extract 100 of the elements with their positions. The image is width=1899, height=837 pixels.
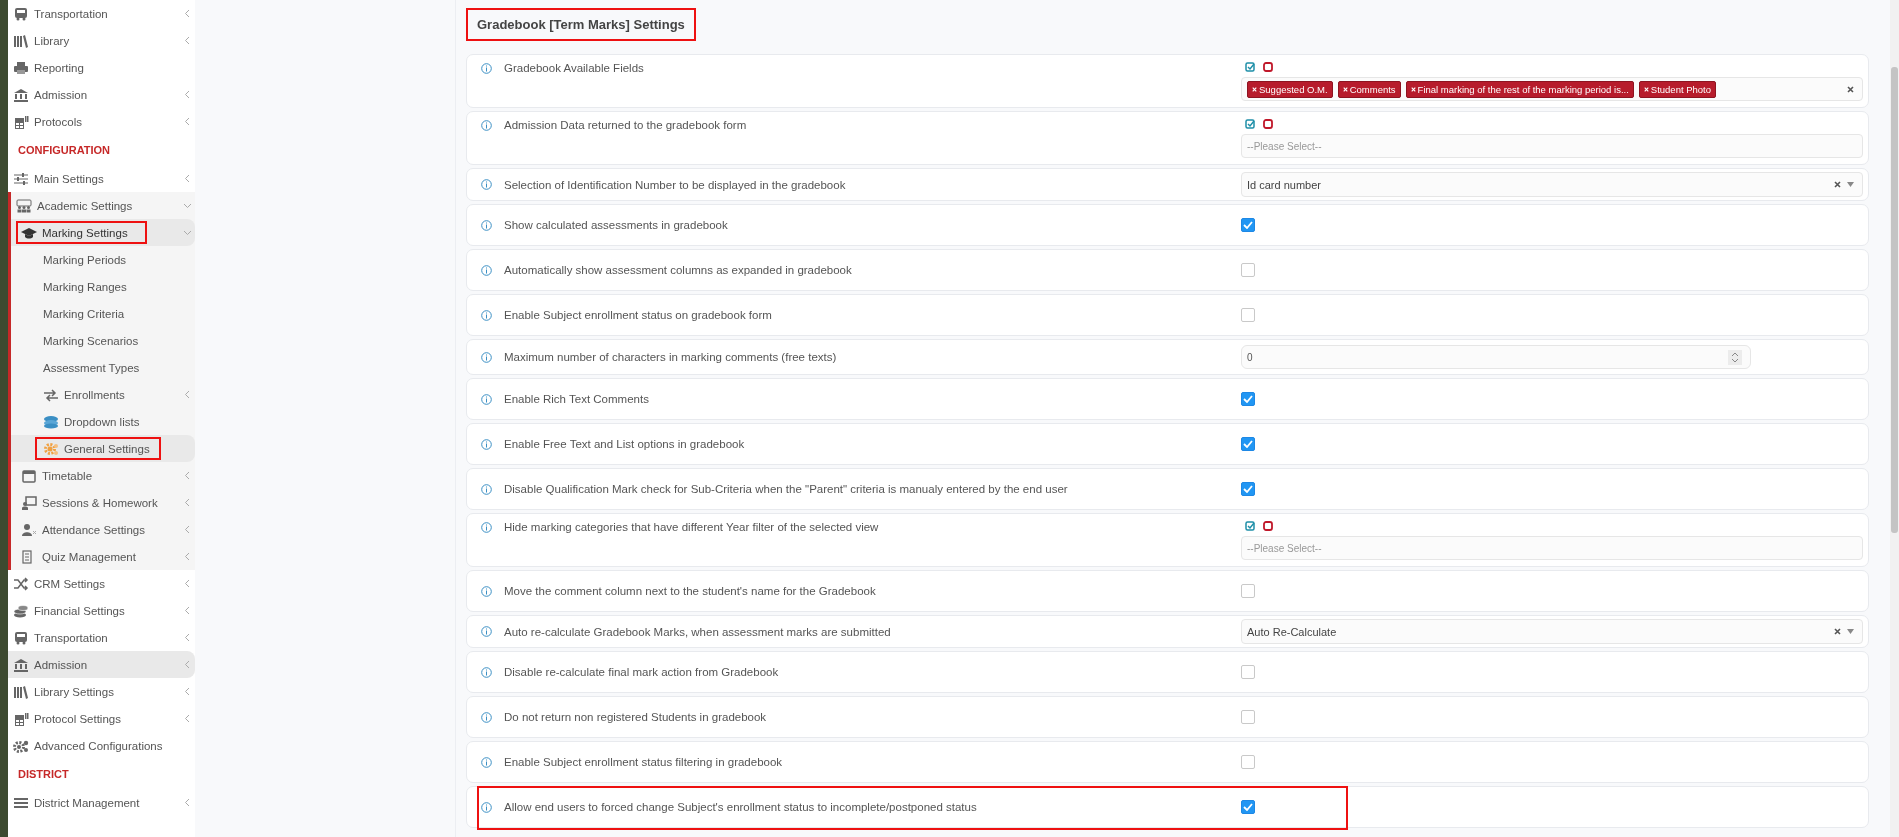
info-icon	[481, 62, 492, 74]
checkbox[interactable]	[1241, 665, 1255, 679]
check-icon	[1243, 803, 1253, 811]
remove-icon	[1342, 86, 1348, 92]
calculator-icon	[13, 711, 29, 726]
checkbox[interactable]	[1241, 755, 1255, 769]
section-header: DISTRICT	[17, 767, 70, 782]
layers-icon	[43, 414, 59, 429]
calculator-icon	[13, 114, 29, 129]
sidebar-item[interactable]: Marking Criteria	[11, 300, 195, 327]
deselect-all-icon[interactable]	[1263, 521, 1273, 531]
setting-label: Move the comment column next to the student's name for the Gradebook	[504, 585, 876, 597]
tag[interactable]: Comments	[1337, 80, 1401, 98]
select-field[interactable]: Id card number	[1241, 172, 1863, 197]
checkbox[interactable]	[1241, 263, 1255, 277]
select-field[interactable]: Auto Re-Calculate	[1241, 619, 1863, 644]
info-icon	[481, 483, 492, 495]
checkbox[interactable]	[1241, 308, 1255, 322]
sidebar-item[interactable]: Marking Settings	[11, 219, 195, 246]
checkbox[interactable]	[1241, 437, 1255, 451]
sidebar-item[interactable]: Assessment Types	[11, 354, 195, 381]
sidebar-item[interactable]: Library Settings	[8, 678, 195, 705]
sidebar-item[interactable]: Main Settings	[8, 165, 195, 192]
sidebar-item[interactable]: Academic Settings	[11, 192, 195, 219]
sidebar-item[interactable]: Enrollments	[11, 381, 195, 408]
sidebar-item[interactable]: Library	[8, 27, 195, 54]
info-icon	[481, 438, 492, 450]
sidebar-item[interactable]: Admission	[8, 651, 195, 678]
clear-icon[interactable]	[1834, 181, 1841, 188]
setting-label: Enable Subject enrollment status on gradebook form	[504, 309, 772, 321]
setting-label: Enable Free Text and List options in gradebook	[504, 438, 745, 450]
sidebar-item[interactable]: Marking Scenarios	[11, 327, 195, 354]
select-all-icon[interactable]	[1245, 119, 1255, 129]
field-value: 0	[1247, 351, 1253, 363]
caret-icon	[1847, 182, 1854, 187]
sidebar-item[interactable]: Transportation	[8, 624, 195, 651]
select-all-icon[interactable]	[1245, 62, 1255, 72]
info-icon	[481, 801, 492, 813]
sidebar-item[interactable]: Quiz Management	[11, 543, 195, 570]
sidebar-item[interactable]: Protocols	[8, 108, 195, 135]
sidebar-item[interactable]: Financial Settings	[8, 597, 195, 624]
info-icon	[481, 521, 492, 533]
setting-label: Enable Subject enrollment status filtering in gradebook	[504, 756, 783, 768]
sidebar-item[interactable]: Marking Periods	[11, 246, 195, 273]
sidebar-item[interactable]: District Management	[8, 789, 195, 816]
check-icon	[1243, 221, 1253, 229]
info-icon	[481, 264, 492, 276]
number-field[interactable]: 0	[1241, 345, 1751, 369]
presentation-icon	[21, 495, 37, 510]
coins-icon	[13, 603, 29, 618]
info-icon	[481, 219, 492, 231]
checkbox[interactable]	[1241, 482, 1255, 496]
sidebar-item[interactable]: Admission	[8, 81, 195, 108]
clear-icon[interactable]	[1834, 628, 1841, 635]
setting-label: Disable Qualification Mark check for Sub-Criteria when the "Parent" criteria is manualy entered by the end user	[504, 483, 1068, 495]
tag[interactable]: Final marking of the rest of the marking period is...	[1405, 80, 1634, 98]
checkbox[interactable]	[1241, 710, 1255, 724]
sidebar-item[interactable]: Transportation	[8, 0, 195, 27]
placeholder-text: --Please Select--	[1247, 542, 1322, 554]
sidebar-item[interactable]: Dropdown lists	[11, 408, 195, 435]
info-icon	[481, 585, 492, 597]
bus-icon	[13, 630, 29, 645]
deselect-all-icon[interactable]	[1263, 119, 1273, 129]
tag[interactable]: Student Photo	[1638, 80, 1717, 98]
checkbox[interactable]	[1241, 218, 1255, 232]
info-icon	[481, 179, 492, 190]
remove-icon	[1643, 86, 1649, 92]
tag[interactable]: Suggested O.M.	[1247, 80, 1333, 98]
sidebar-item[interactable]: Attendance Settings	[11, 516, 195, 543]
sidebar-item[interactable]: Timetable	[11, 462, 195, 489]
scrollbar[interactable]	[1890, 0, 1899, 837]
setting-label: Admission Data returned to the gradebook form	[504, 119, 747, 131]
info-icon	[481, 351, 492, 363]
remove-icon	[1252, 86, 1257, 92]
setting-label: Do not return non registered Students in gradebook	[504, 711, 767, 723]
sidebar-item[interactable]: Protocol Settings	[8, 705, 195, 732]
sidebar-item[interactable]: Reporting	[8, 54, 195, 81]
deselect-all-icon[interactable]	[1263, 62, 1273, 72]
scrollbar-thumb[interactable]	[1891, 67, 1898, 533]
sidebar-item[interactable]: Advanced Configurations	[8, 732, 195, 759]
clear-icon[interactable]	[1847, 85, 1854, 93]
select-value: Id card number	[1247, 178, 1321, 191]
graduation-cap-icon	[21, 225, 37, 240]
sidebar-item[interactable]: CRM Settings	[8, 570, 195, 597]
checkbox[interactable]	[1241, 800, 1255, 814]
setting-label: Enable Rich Text Comments	[504, 393, 649, 405]
gears-icon	[13, 738, 29, 753]
setting-label: Automatically show assessment columns as expanded in gradebook	[504, 264, 852, 276]
checkbox[interactable]	[1241, 584, 1255, 598]
sidebar-item[interactable]: General Settings	[11, 435, 195, 462]
setting-label: Maximum number of characters in marking comments (free texts)	[504, 351, 837, 363]
info-icon	[481, 393, 492, 405]
info-icon	[481, 626, 492, 637]
tags-field[interactable]: Suggested O.M. Comments Final marking of the rest of the marking period is... Student Photo	[1241, 77, 1863, 101]
gear-icon	[43, 441, 59, 456]
select-all-icon[interactable]	[1245, 521, 1255, 531]
sidebar-item[interactable]: Sessions & Homework	[11, 489, 195, 516]
sidebar-item[interactable]: Marking Ranges	[11, 273, 195, 300]
bank-icon	[13, 87, 29, 102]
checkbox[interactable]	[1241, 392, 1255, 406]
